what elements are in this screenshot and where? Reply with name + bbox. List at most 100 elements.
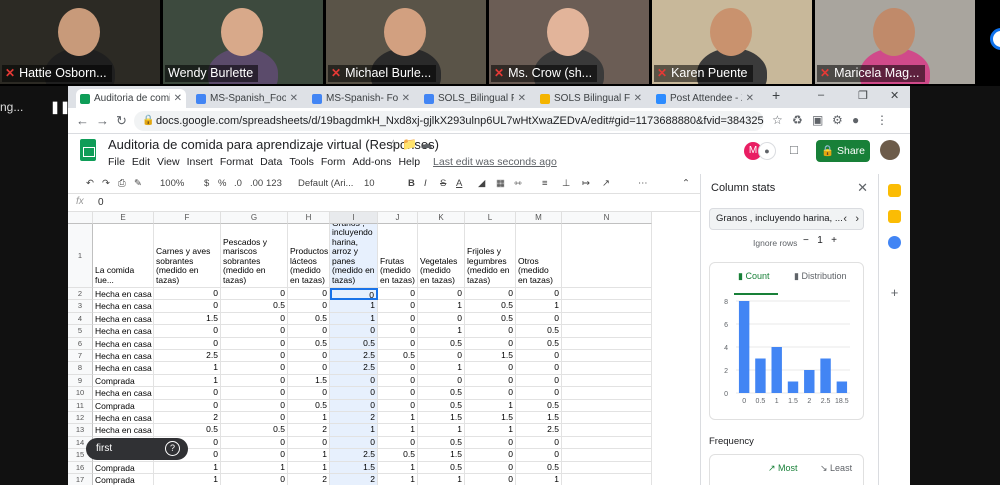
table-cell[interactable]: Hecha en casa <box>93 312 154 326</box>
row-header[interactable]: 5 <box>68 325 93 338</box>
table-cell[interactable]: 0 <box>221 374 288 388</box>
table-cell[interactable]: 0 <box>465 362 516 375</box>
row-header[interactable]: 1 <box>68 224 93 288</box>
tasks-icon[interactable] <box>888 236 901 249</box>
table-cell[interactable]: 0 <box>516 350 562 363</box>
chart-bar[interactable] <box>836 381 848 394</box>
empty-cell[interactable] <box>562 300 652 313</box>
table-cell[interactable]: Hecha en casa <box>93 337 154 350</box>
row-header[interactable]: 6 <box>68 337 93 350</box>
merge-icon[interactable]: ⇿ <box>514 178 522 189</box>
column-header[interactable]: J <box>378 212 418 224</box>
menu-item[interactable]: View <box>157 156 180 168</box>
table-cell[interactable]: Hecha en casa <box>93 288 154 301</box>
header-cell[interactable]: La comida fue... <box>93 224 154 288</box>
table-cell[interactable]: 0.5 <box>418 436 465 450</box>
help-icon[interactable]: ? <box>165 441 180 456</box>
table-cell[interactable]: 2.5 <box>154 350 221 363</box>
table-cell[interactable]: 0.5 <box>154 424 221 437</box>
header-cell[interactable] <box>562 224 652 288</box>
forward-icon[interactable]: → <box>96 113 109 128</box>
table-cell[interactable]: 0 <box>330 374 378 388</box>
comment-icon[interactable]: □ <box>790 142 798 157</box>
empty-cell[interactable] <box>562 337 652 350</box>
table-cell[interactable]: Comprada <box>93 461 154 474</box>
table-cell[interactable]: 1 <box>378 424 418 437</box>
row-header[interactable]: 2 <box>68 288 93 301</box>
table-cell[interactable]: 0 <box>465 337 516 350</box>
least-button[interactable]: ↘ Least <box>820 463 852 474</box>
table-cell[interactable]: 0 <box>516 362 562 375</box>
table-cell[interactable]: 2.5 <box>330 362 378 375</box>
chart-bar[interactable] <box>804 370 815 393</box>
table-cell[interactable]: 0 <box>288 387 330 400</box>
table-cell[interactable]: 0 <box>288 300 330 313</box>
browser-tab[interactable]: Post Attendee - Zoo✕ <box>652 89 758 108</box>
table-cell[interactable]: Comprada <box>93 474 154 485</box>
collaborator-avatar-2[interactable]: ● <box>758 142 776 160</box>
bold-button[interactable]: B <box>408 178 415 189</box>
table-cell[interactable]: 0 <box>154 325 221 338</box>
table-cell[interactable]: 0 <box>288 325 330 338</box>
star-doc-icon[interactable]: ☆ <box>388 137 399 151</box>
table-cell[interactable]: 0 <box>465 436 516 450</box>
close-window-icon[interactable]: ✕ <box>890 89 899 102</box>
explore-tooltip[interactable]: first ? <box>86 438 188 460</box>
select-all-corner[interactable] <box>68 212 93 224</box>
table-cell[interactable]: 1 <box>288 461 330 474</box>
table-cell[interactable]: 0.5 <box>418 387 465 400</box>
table-cell[interactable]: 0.5 <box>516 325 562 338</box>
menu-item[interactable]: Format <box>220 156 253 168</box>
table-cell[interactable]: 0 <box>330 325 378 338</box>
maximize-icon[interactable]: ❐ <box>858 89 868 102</box>
table-cell[interactable]: 1 <box>330 300 378 313</box>
table-cell[interactable]: Hecha en casa <box>93 412 154 425</box>
row-header[interactable]: 7 <box>68 350 93 363</box>
table-cell[interactable]: Hecha en casa <box>93 300 154 313</box>
table-cell[interactable]: 1.5 <box>154 312 221 326</box>
table-cell[interactable]: 0 <box>418 288 465 301</box>
close-tab-icon[interactable]: ✕ <box>170 93 182 104</box>
table-cell[interactable]: 0.5 <box>288 399 330 412</box>
table-cell[interactable]: 0 <box>465 374 516 388</box>
table-cell[interactable]: 0.5 <box>288 312 330 326</box>
reload-icon[interactable]: ↻ <box>116 113 127 129</box>
table-cell[interactable]: 2.5 <box>516 424 562 437</box>
table-cell[interactable]: 0 <box>154 300 221 313</box>
table-cell[interactable]: 0.5 <box>465 300 516 313</box>
column-header[interactable]: G <box>221 212 288 224</box>
chart-bar[interactable] <box>755 358 766 394</box>
close-icon[interactable]: ✕ <box>857 180 868 196</box>
close-tab-icon[interactable]: ✕ <box>630 93 642 104</box>
table-cell[interactable]: 1 <box>418 300 465 313</box>
table-cell[interactable]: 0 <box>221 312 288 326</box>
ignore-rows-stepper[interactable]: − 1 + <box>803 235 837 246</box>
empty-cell[interactable] <box>562 461 652 474</box>
table-cell[interactable]: 1.5 <box>418 449 465 462</box>
table-cell[interactable]: 0 <box>154 288 221 301</box>
table-cell[interactable]: 0 <box>221 362 288 375</box>
tab-count[interactable]: ▮ Count <box>738 271 769 282</box>
table-cell[interactable]: 1 <box>418 474 465 485</box>
calendar-icon[interactable] <box>888 184 901 197</box>
table-cell[interactable]: 0 <box>221 449 288 462</box>
table-cell[interactable]: 0 <box>378 337 418 350</box>
table-cell[interactable]: 0 <box>378 300 418 313</box>
table-cell[interactable]: Hecha en casa <box>93 350 154 363</box>
table-cell[interactable]: 0 <box>330 288 378 301</box>
close-tab-icon[interactable]: ✕ <box>514 93 526 104</box>
table-cell[interactable]: 1 <box>418 325 465 338</box>
empty-cell[interactable] <box>562 288 652 301</box>
empty-cell[interactable] <box>562 449 652 462</box>
column-header[interactable]: H <box>288 212 330 224</box>
empty-cell[interactable] <box>562 362 652 375</box>
menu-item[interactable]: Add-ons <box>352 156 391 168</box>
table-cell[interactable]: 1 <box>288 412 330 425</box>
table-cell[interactable]: 0 <box>516 436 562 450</box>
participant-tile[interactable]: ✕ Michael Burle... <box>326 0 486 84</box>
table-cell[interactable]: 0 <box>516 374 562 388</box>
table-cell[interactable]: 0 <box>418 312 465 326</box>
table-cell[interactable]: 0 <box>221 387 288 400</box>
header-cell[interactable]: Frijoles y legumbres (medido en tazas) <box>465 224 516 288</box>
row-header[interactable]: 9 <box>68 374 93 388</box>
